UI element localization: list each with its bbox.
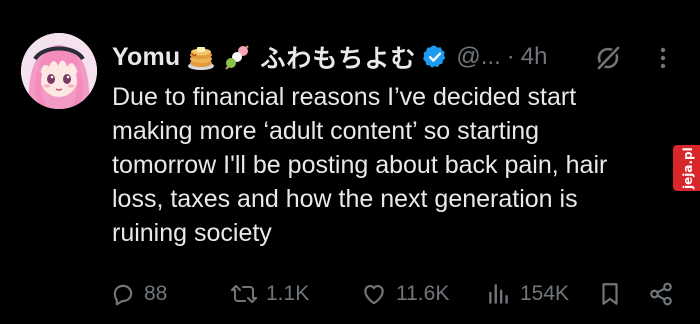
action-bar: 88 1.1K 11.6K 154K xyxy=(0,277,700,311)
watermark-logo: jeja.pl xyxy=(673,145,700,191)
reply-icon xyxy=(113,284,133,306)
views-chart-icon xyxy=(489,284,508,304)
tweet-text: Due to financial reasons I’ve decided st… xyxy=(112,80,682,250)
views-button[interactable]: 154K xyxy=(486,277,569,311)
tweet-text-line: loss, taxes and how the next generation … xyxy=(112,185,578,213)
svg-text:jeja.pl: jeja.pl xyxy=(681,147,695,190)
tweet-text-line: Due to financial reasons I’ve decided st… xyxy=(112,83,577,111)
more-options-icon[interactable] xyxy=(656,44,670,72)
avatar-image xyxy=(21,33,97,109)
display-name[interactable]: Yomu xyxy=(112,43,180,72)
bookmark-icon xyxy=(602,283,618,305)
like-button[interactable]: 11.6K xyxy=(360,277,449,311)
view-count: 154K xyxy=(520,282,570,305)
grok-icon[interactable] xyxy=(594,44,622,72)
repost-count: 1.1K xyxy=(266,282,310,305)
tweet-text-line: ruining society xyxy=(112,219,272,247)
dango-emoji xyxy=(222,42,252,72)
repost-icon xyxy=(231,285,257,303)
pancakes-emoji xyxy=(186,42,216,72)
timestamp[interactable]: 4h xyxy=(521,43,548,71)
reply-count: 88 xyxy=(144,282,168,305)
tweet-header: Yomu ふわもちよむ @... · 4h xyxy=(112,40,547,74)
separator-dot: · xyxy=(506,43,515,70)
japanese-name[interactable]: ふわもちよむ xyxy=(260,39,416,75)
tweet[interactable]: Yomu ふわもちよむ @... · 4h Due to financial r… xyxy=(0,0,700,324)
avatar[interactable] xyxy=(21,33,97,109)
share-button[interactable] xyxy=(648,277,674,311)
tweet-text-line: tomorrow I'll be posting about back pain… xyxy=(112,151,608,179)
like-count: 11.6K xyxy=(396,282,450,305)
reply-button[interactable]: 88 xyxy=(110,277,167,311)
share-icon xyxy=(650,282,672,306)
heart-icon xyxy=(364,285,384,305)
verified-badge-icon xyxy=(422,44,448,70)
bookmark-button[interactable] xyxy=(598,277,622,311)
handle[interactable]: @... xyxy=(456,43,500,71)
repost-button[interactable]: 1.1K xyxy=(230,277,309,311)
tweet-text-line: making more ‘adult content’ so starting xyxy=(112,117,540,145)
